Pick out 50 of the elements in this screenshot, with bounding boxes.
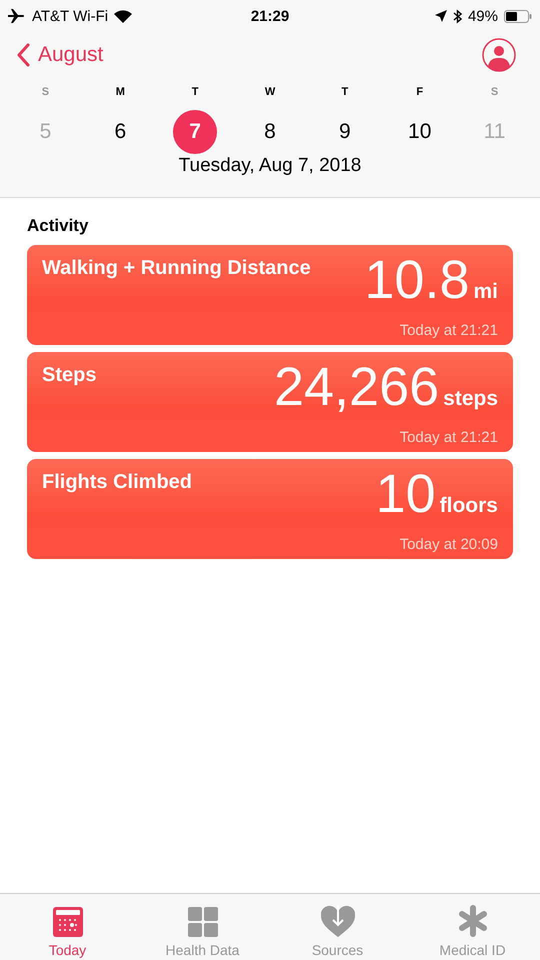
chevron-left-icon bbox=[16, 43, 30, 67]
heart-download-icon bbox=[320, 905, 354, 937]
card-unit: steps bbox=[443, 387, 498, 411]
location-icon bbox=[434, 10, 447, 22]
card-title: Steps bbox=[42, 364, 96, 387]
calendar-icon bbox=[52, 907, 82, 937]
tab-item[interactable]: Health Data bbox=[135, 894, 270, 960]
day-button[interactable]: 11 bbox=[472, 110, 517, 154]
tab-item[interactable]: Today bbox=[0, 894, 135, 960]
activity-card[interactable]: Walking + Running Distance 10.8 mi Today at 21:21 bbox=[27, 245, 513, 345]
tab-item[interactable]: Medical ID bbox=[405, 894, 540, 960]
card-value: 10.8 bbox=[364, 251, 470, 309]
card-time: Today at 21:21 bbox=[400, 429, 498, 446]
day-button[interactable]: 6 bbox=[98, 110, 142, 154]
airplane-icon bbox=[8, 9, 26, 23]
card-time: Today at 21:21 bbox=[400, 322, 498, 339]
battery-percent: 49% bbox=[468, 8, 498, 24]
status-time: 21:29 bbox=[250, 8, 290, 24]
section-title: Activity bbox=[27, 216, 90, 236]
carrier-label: AT&T Wi-Fi bbox=[32, 8, 108, 24]
asterisk-icon bbox=[456, 905, 488, 937]
battery-icon bbox=[504, 10, 532, 22]
weekday-label: T bbox=[342, 86, 348, 98]
bluetooth-icon bbox=[452, 8, 462, 24]
date-label: Tuesday, Aug 7, 2018 bbox=[178, 155, 362, 177]
day-button[interactable]: 8 bbox=[248, 110, 292, 154]
weekday-label: S bbox=[490, 86, 498, 98]
card-time: Today at 20:09 bbox=[400, 536, 498, 553]
card-title: Flights Climbed bbox=[42, 471, 192, 494]
wifi-icon bbox=[114, 10, 132, 22]
profile-icon[interactable] bbox=[482, 38, 516, 72]
tab-item[interactable]: Sources bbox=[270, 894, 405, 960]
card-title: Walking + Running Distance bbox=[42, 257, 311, 280]
weekday-label: W bbox=[264, 86, 276, 98]
weekday-label: F bbox=[416, 86, 424, 98]
activity-card[interactable]: Steps 24,266 steps Today at 21:21 bbox=[27, 352, 513, 452]
card-value: 10 bbox=[376, 465, 436, 523]
back-button[interactable]: August bbox=[16, 43, 104, 67]
grid-icon bbox=[188, 907, 218, 937]
weekday-label: T bbox=[192, 86, 199, 98]
weekday-label: S bbox=[42, 86, 50, 98]
card-value: 24,266 bbox=[274, 358, 440, 416]
day-button[interactable]: 7 bbox=[173, 110, 218, 154]
card-unit: floors bbox=[440, 494, 498, 518]
activity-card[interactable]: Flights Climbed 10 floors Today at 20:09 bbox=[27, 459, 513, 559]
card-unit: mi bbox=[473, 280, 498, 304]
day-button[interactable]: 10 bbox=[398, 110, 442, 154]
weekday-label: M bbox=[116, 86, 125, 98]
day-button[interactable]: 9 bbox=[322, 110, 367, 154]
day-button[interactable]: 5 bbox=[23, 110, 68, 154]
